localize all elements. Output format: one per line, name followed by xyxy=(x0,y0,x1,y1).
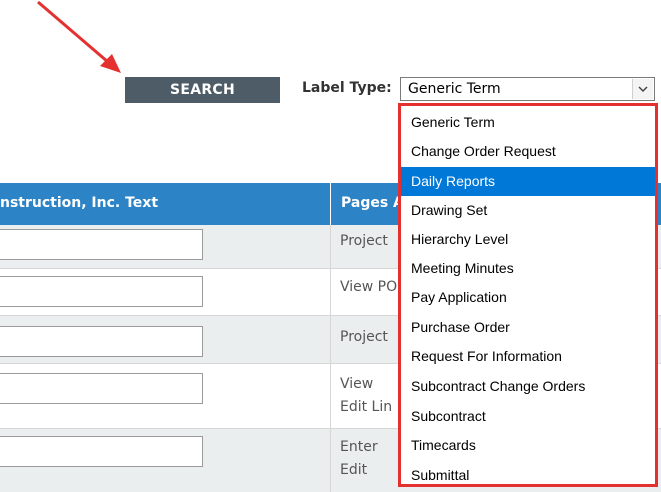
text-input[interactable] xyxy=(0,373,203,404)
dropdown-option[interactable]: Purchase Order xyxy=(401,313,655,342)
dropdown-option[interactable]: Meeting Minutes xyxy=(401,254,655,283)
pages-text: Enter xyxy=(340,439,378,455)
pages-cell xyxy=(330,429,331,492)
text-input[interactable] xyxy=(0,229,203,260)
text-input[interactable] xyxy=(0,326,203,357)
label-type-selected-value: Generic Term xyxy=(408,81,501,97)
pages-text: Edit xyxy=(340,462,368,478)
dropdown-option[interactable]: Timecards xyxy=(401,431,655,460)
pages-text: View xyxy=(340,376,374,392)
dropdown-option[interactable]: Submittal xyxy=(401,461,655,485)
text-input[interactable] xyxy=(0,276,203,307)
column-header-pages: Pages A xyxy=(341,195,404,211)
pages-cell xyxy=(330,316,331,363)
dropdown-option[interactable]: Subcontract xyxy=(401,402,655,431)
search-button[interactable]: SEARCH xyxy=(125,77,280,103)
dropdown-option[interactable]: Request For Information xyxy=(401,342,655,371)
pages-text: Project xyxy=(340,233,388,249)
pages-text: Project xyxy=(340,329,388,345)
dropdown-option[interactable]: Change Order Request xyxy=(401,137,655,166)
column-header-text: nstruction, Inc. Text xyxy=(0,195,159,211)
text-input[interactable] xyxy=(0,436,203,467)
search-button-label: SEARCH xyxy=(169,82,236,98)
pages-cell xyxy=(330,225,331,268)
dropdown-option[interactable]: Subcontract Change Orders xyxy=(401,372,655,401)
label-type-select[interactable]: Generic Term xyxy=(400,77,655,101)
dropdown-option[interactable]: Hierarchy Level xyxy=(401,225,655,254)
dropdown-option-highlighted[interactable]: Daily Reports xyxy=(401,167,655,196)
dropdown-option[interactable]: Generic Term xyxy=(401,108,655,137)
label-type-dropdown-list: Generic Term Change Order Request Daily … xyxy=(400,104,656,486)
dropdown-option[interactable]: Drawing Set xyxy=(401,196,655,225)
pages-cell xyxy=(330,364,331,428)
pages-text: View PO xyxy=(340,279,398,295)
dropdown-option[interactable]: Pay Application xyxy=(401,283,655,312)
chevron-down-icon[interactable] xyxy=(632,79,653,99)
pages-cell xyxy=(330,269,331,315)
label-type-label: Label Type: xyxy=(302,80,392,96)
column-divider xyxy=(330,183,331,225)
pages-text: Edit Lin xyxy=(340,399,393,415)
